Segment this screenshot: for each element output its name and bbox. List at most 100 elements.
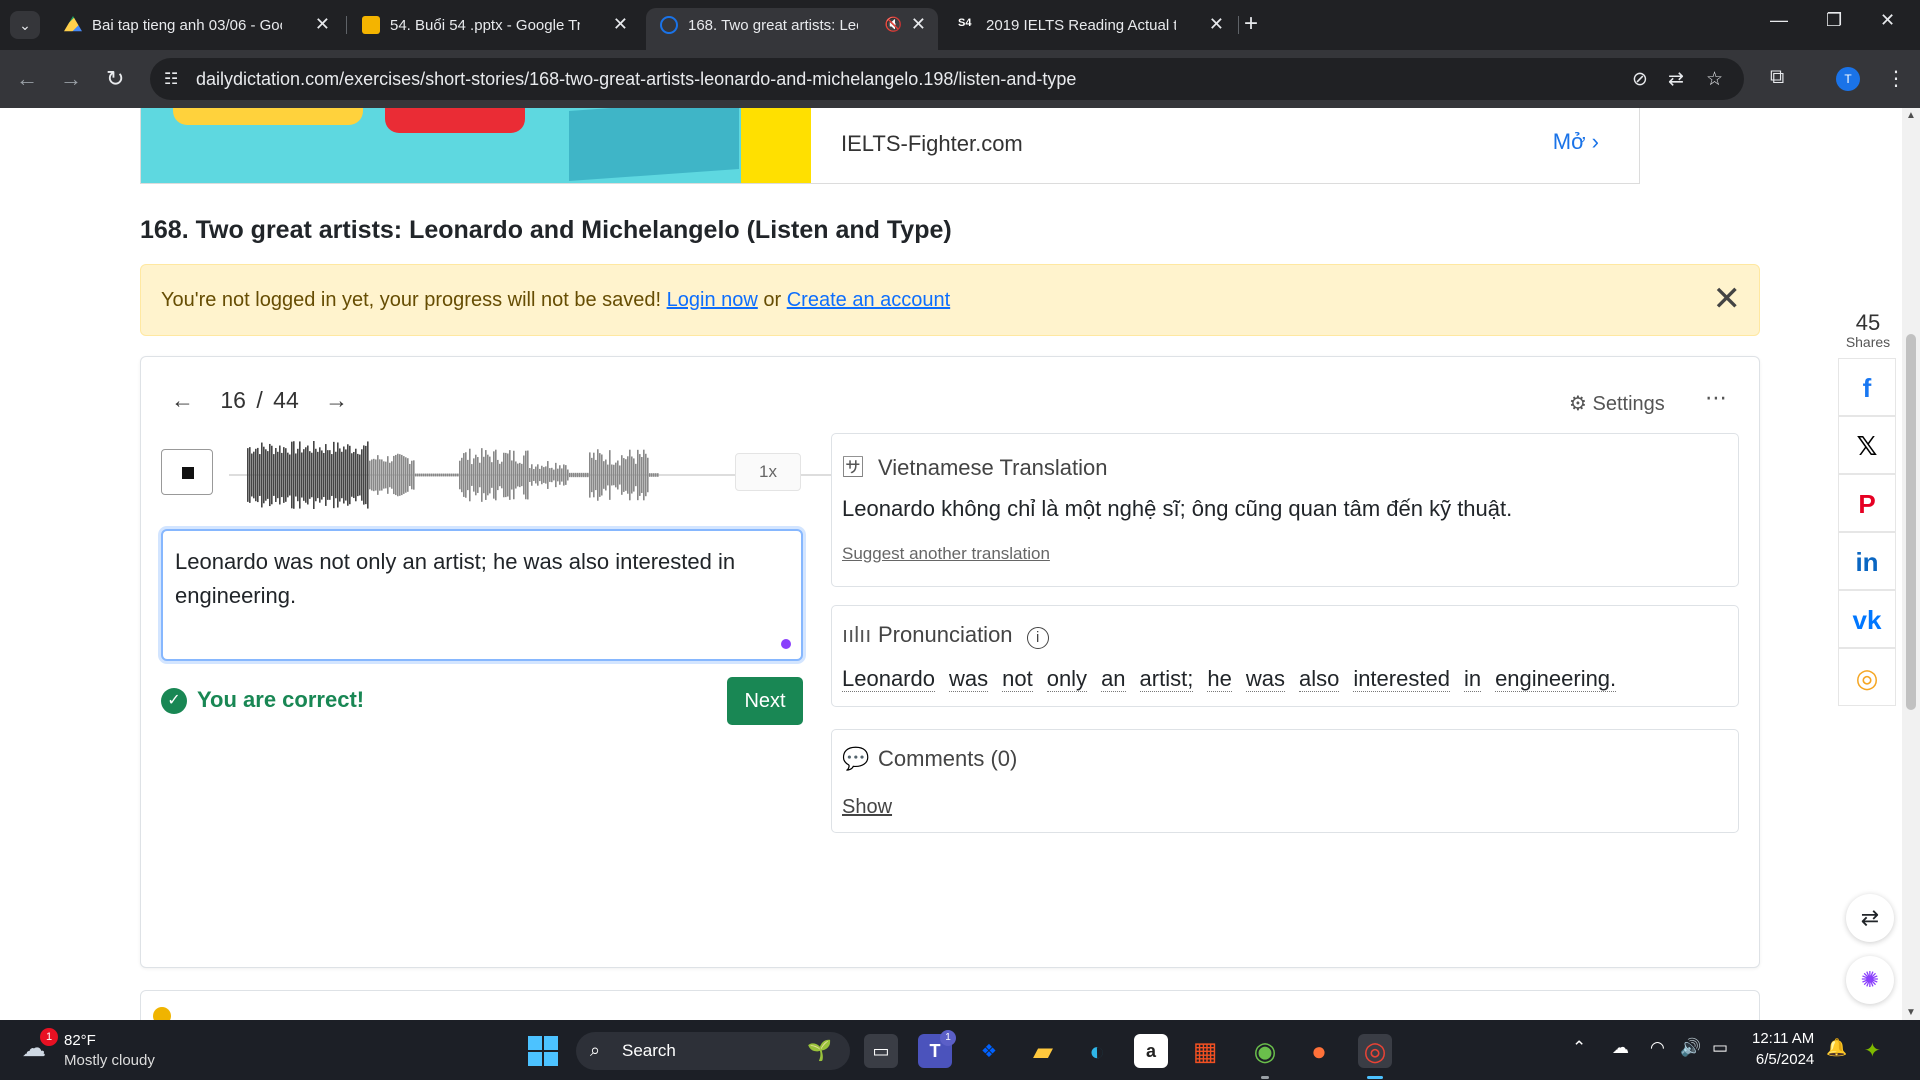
reload-icon[interactable]: ↻ [106, 66, 124, 92]
task-view-icon[interactable]: ▭ [864, 1034, 898, 1068]
waveform-bar [631, 456, 633, 494]
close-tab-icon[interactable]: ✕ [613, 14, 628, 35]
waveform-bar [375, 459, 377, 491]
next-sentence-arrow-icon[interactable]: → [325, 387, 348, 414]
next-button[interactable]: Next [727, 677, 803, 725]
scroll-down-icon[interactable]: ▼ [1906, 1007, 1916, 1018]
forward-arrow-icon[interactable]: → [60, 66, 82, 92]
pronunciation-word[interactable]: he [1207, 667, 1232, 692]
chrome-icon[interactable]: ◎ [1358, 1034, 1392, 1068]
page-scrollbar[interactable]: ▲ ▼ [1902, 108, 1920, 1020]
ad-open-link[interactable]: Mở › [1553, 129, 1599, 155]
windows-start-icon[interactable] [528, 1036, 558, 1066]
firefox-icon[interactable]: ● [1302, 1034, 1336, 1068]
waveform-bar [459, 460, 461, 490]
grammar-checker-icon[interactable] [781, 639, 791, 649]
weibo-share-icon[interactable]: ◎ [1838, 648, 1896, 706]
pronunciation-word[interactable]: only [1046, 667, 1088, 692]
pronunciation-word[interactable]: was [948, 667, 989, 692]
waveform-bar [273, 454, 275, 496]
close-tab-icon[interactable]: ✕ [911, 14, 926, 35]
answer-input[interactable] [161, 529, 803, 661]
translate-icon[interactable]: ⇄ [1668, 68, 1684, 91]
close-tab-icon[interactable]: ✕ [1209, 14, 1224, 35]
browser-menu-icon[interactable]: ⋮ [1886, 66, 1906, 91]
vk-share-icon[interactable]: vk [1838, 590, 1896, 648]
show-comments-link[interactable]: Show [842, 796, 892, 819]
waveform-bar [523, 455, 525, 495]
waveform-bar [553, 469, 555, 481]
close-tab-icon[interactable]: ✕ [315, 14, 330, 35]
close-alert-icon[interactable]: ✕ [1713, 279, 1742, 319]
system-clock[interactable]: 12:11 AM 6/5/2024 [1752, 1028, 1814, 1070]
create-account-link[interactable]: Create an account [787, 289, 950, 311]
pronunciation-word[interactable]: not [1002, 667, 1033, 692]
app-active-indicator [1367, 1076, 1383, 1079]
pronunciation-word[interactable]: Leonardo [842, 667, 935, 692]
amazon-icon[interactable]: a [1134, 1034, 1168, 1068]
back-arrow-icon[interactable]: ← [16, 66, 38, 92]
linkedin-share-icon[interactable]: in [1838, 532, 1896, 590]
url-text[interactable]: dailydictation.com/exercises/short-stori… [196, 69, 1076, 90]
close-window-icon[interactable]: ✕ [1880, 10, 1895, 31]
pinterest-share-icon[interactable]: P [1838, 474, 1896, 532]
bookmark-star-icon[interactable]: ☆ [1706, 68, 1723, 91]
x-share-icon[interactable]: 𝕏 [1838, 416, 1896, 474]
tab-dailydictation[interactable]: 168. Two great artists: Leonardo 🔇 ✕ [646, 8, 938, 50]
scrollbar-thumb[interactable] [1906, 334, 1916, 710]
profile-avatar[interactable]: T [1836, 67, 1860, 91]
pronunciation-word[interactable]: also [1298, 667, 1340, 692]
suggest-translation-link[interactable]: Suggest another translation [842, 544, 1050, 564]
show-hidden-icons-chevron-icon[interactable]: ⌃ [1572, 1038, 1586, 1058]
waveform-bar [427, 473, 429, 477]
pronunciation-word[interactable]: artist; [1139, 667, 1194, 692]
playback-speed-button[interactable]: 1x [735, 453, 801, 491]
pronunciation-word[interactable]: interested [1353, 667, 1450, 692]
login-link[interactable]: Login now [667, 289, 758, 311]
tab-muted-icon[interactable]: 🔇 [885, 16, 902, 33]
copilot-icon[interactable]: ✦ [1864, 1038, 1881, 1063]
stop-audio-button[interactable] [161, 449, 213, 495]
green-app-icon[interactable]: ◉ [1248, 1034, 1282, 1068]
extensions-puzzle-icon[interactable]: ⧉ [1770, 66, 1784, 89]
ad-brand[interactable]: IELTS-Fighter.com [841, 131, 1023, 157]
pronunciation-word[interactable]: an [1101, 667, 1126, 692]
more-options-icon[interactable]: ⋯ [1705, 385, 1727, 411]
tab-google-slides[interactable]: 54. Buổi 54 .pptx - Google Trang ✕ [348, 8, 640, 42]
eye-off-icon[interactable]: ⊘ [1632, 68, 1648, 91]
waveform-bar [271, 445, 273, 505]
volume-icon[interactable]: 🔊 [1680, 1038, 1701, 1058]
waveform-bar [545, 466, 547, 484]
taskbar-search[interactable]: ⌕ Search 🌱 [576, 1032, 850, 1070]
site-settings-icon[interactable]: ☷ [164, 69, 178, 89]
onedrive-cloud-icon[interactable]: ☁ [1612, 1038, 1629, 1058]
restore-icon[interactable]: ❐ [1826, 10, 1842, 31]
pronunciation-word[interactable]: was [1245, 667, 1285, 692]
waveform-bar [629, 449, 631, 501]
scroll-up-icon[interactable]: ▲ [1906, 110, 1916, 121]
address-bar[interactable]: ☷ dailydictation.com/exercises/short-sto… [150, 58, 1744, 100]
battery-icon[interactable]: ▭ [1712, 1038, 1728, 1058]
edge-browser-icon[interactable]: ◐ [1080, 1034, 1114, 1068]
pronunciation-word[interactable]: engineering. [1495, 667, 1617, 692]
info-icon[interactable]: i [1026, 627, 1049, 649]
tab-ielts-reading[interactable]: S4 2019 IELTS Reading Actual test ✕ [944, 8, 1236, 42]
tab-google-drive[interactable]: Bai tap tieng anh 03/06 - Google ✕ [50, 8, 342, 42]
pronunciation-word[interactable]: in [1463, 667, 1482, 692]
notification-bell-icon[interactable]: 🔔 [1826, 1038, 1847, 1058]
new-tab-plus-icon[interactable]: + [1244, 10, 1258, 38]
translate-widget-icon[interactable]: ⇄ [1846, 894, 1894, 942]
advertisement-banner[interactable]: IELTS-Fighter.com Mở › [140, 108, 1640, 184]
file-explorer-icon[interactable]: ▰ [1026, 1034, 1060, 1068]
wifi-icon[interactable]: ◠ [1650, 1038, 1665, 1058]
tab-search-button[interactable]: ⌄ [10, 11, 40, 39]
facebook-share-icon[interactable]: f [1838, 358, 1896, 416]
prev-sentence-arrow-icon[interactable]: ← [171, 387, 194, 414]
ai-brain-icon[interactable]: ✺ [1846, 956, 1894, 1004]
waveform-bar [397, 453, 399, 497]
minimize-icon[interactable]: — [1770, 10, 1788, 31]
dropbox-icon[interactable]: ❖ [972, 1034, 1006, 1068]
microsoft-store-icon[interactable]: ▦ [1188, 1034, 1222, 1068]
waveform-bar [625, 459, 627, 491]
settings-button[interactable]: ⚙ Settings [1569, 391, 1665, 416]
